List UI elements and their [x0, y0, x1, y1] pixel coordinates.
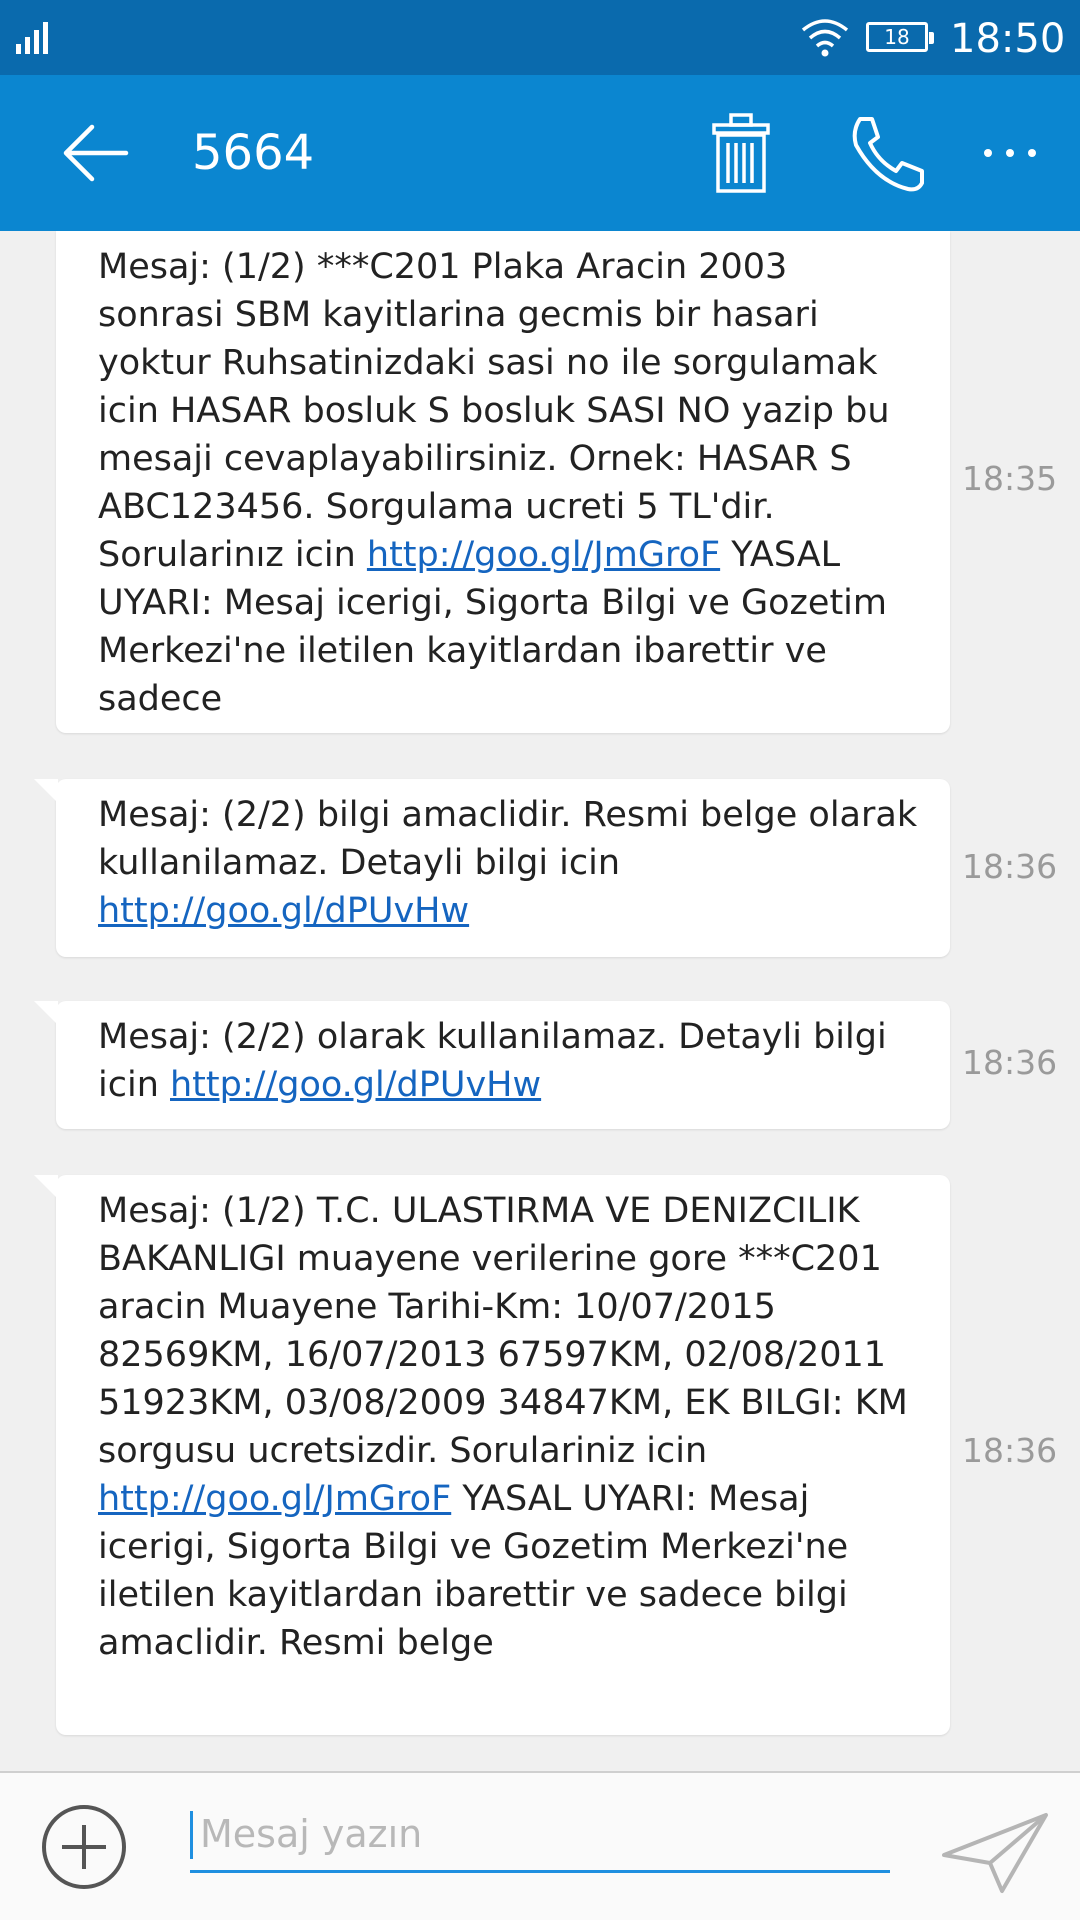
message-text: Mesaj: (1/2) ***C201 Plaka Aracin 2003 s…	[98, 247, 890, 575]
message-bubble[interactable]: Mesaj: (1/2) T.C. ULASTIRMA VE DENIZCILI…	[34, 1175, 950, 1735]
message-input-placeholder: Mesaj yazın	[200, 1812, 423, 1856]
trash-icon[interactable]	[706, 111, 776, 195]
message-bubble[interactable]: Mesaj: (2/2) olarak kullanilamaz. Detayl…	[34, 1001, 950, 1129]
phone-icon[interactable]	[846, 113, 928, 195]
send-icon[interactable]	[940, 1811, 1050, 1895]
message-input[interactable]: Mesaj yazın	[190, 1803, 890, 1873]
signal-icon	[16, 22, 48, 54]
message-link[interactable]: http://goo.gl/JmGroF	[98, 1479, 451, 1519]
conversation-title: 5664	[192, 125, 315, 181]
bubble-tail	[34, 1175, 58, 1199]
message-bubble[interactable]: Mesaj: (1/2) ***C201 Plaka Aracin 2003 s…	[56, 231, 950, 733]
message-link[interactable]: http://goo.gl/JmGroF	[367, 535, 720, 575]
message-link[interactable]: http://goo.gl/dPUvHw	[98, 891, 469, 931]
battery-level: 18	[884, 25, 910, 49]
bubble-tail	[34, 1001, 58, 1025]
message-time: 18:36	[962, 847, 1058, 886]
wifi-icon	[801, 19, 849, 57]
text-caret	[190, 1811, 193, 1859]
more-horizontal-icon[interactable]	[980, 145, 1040, 161]
app-bar: 5664	[0, 75, 1080, 231]
message-composer: Mesaj yazın	[0, 1771, 1080, 1920]
battery-indicator: 18	[866, 22, 934, 52]
plus-circle-icon[interactable]	[40, 1803, 128, 1891]
bubble-tail	[34, 779, 58, 803]
message-time: 18:35	[962, 459, 1058, 498]
message-link[interactable]: http://goo.gl/dPUvHw	[170, 1065, 541, 1105]
message-time: 18:36	[962, 1431, 1058, 1470]
status-bar: 18 18:50	[0, 0, 1080, 75]
message-time: 18:36	[962, 1043, 1058, 1082]
message-thread[interactable]: Mesaj: (1/2) ***C201 Plaka Aracin 2003 s…	[0, 231, 1080, 1771]
arrow-left-icon[interactable]	[60, 121, 130, 185]
message-text: Mesaj: (2/2) bilgi amaclidir. Resmi belg…	[98, 795, 918, 883]
message-text: Mesaj: (1/2) T.C. ULASTIRMA VE DENIZCILI…	[98, 1191, 908, 1471]
status-time: 18:50	[950, 16, 1066, 62]
message-bubble[interactable]: Mesaj: (2/2) bilgi amaclidir. Resmi belg…	[34, 779, 950, 957]
